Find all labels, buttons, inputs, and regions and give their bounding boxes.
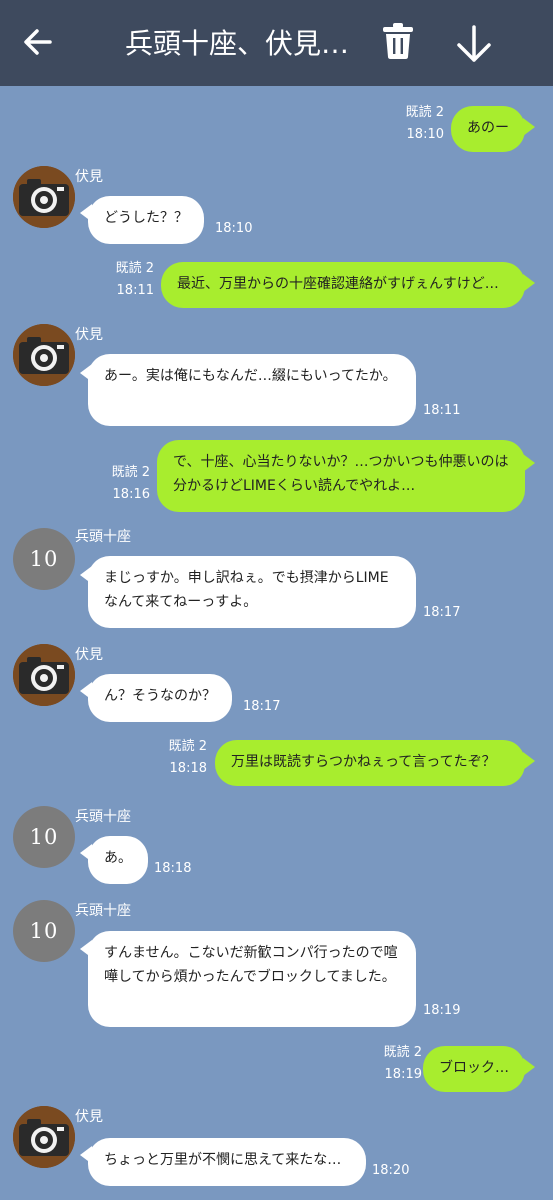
message-bubble[interactable]: ブロック… — [423, 1046, 525, 1092]
bubble-tail — [523, 454, 535, 472]
message-bubble[interactable]: どうした？？ — [88, 196, 204, 244]
avatar[interactable]: 10 — [13, 528, 75, 590]
trash-icon[interactable] — [382, 22, 414, 60]
bubble-tail — [80, 1146, 92, 1164]
message-row: 既読 2 18:10 あのー — [0, 104, 553, 154]
message-row: 既読 2 18:16 で、十座、心当たりないか？…つかいつも仲悪いのは分かるけど… — [0, 440, 553, 514]
avatar[interactable] — [13, 324, 75, 386]
message-time: 18:19 — [423, 1003, 461, 1018]
message-row: 10 兵頭十座 まじっすか。申し訳ねぇ。でも摂津からLIMEなんて来てねーっすよ… — [0, 526, 553, 631]
message-bubble[interactable]: で、十座、心当たりないか？…つかいつも仲悪いのは分かるけどLIMEくらい読んでや… — [157, 440, 525, 512]
message-bubble[interactable]: あのー — [451, 106, 525, 152]
message-list[interactable]: 既読 2 18:10 あのー 伏見 どうした？？ 18:10 既読 2 18:1… — [0, 86, 553, 1200]
sender-name: 伏見 — [75, 169, 103, 185]
arrow-down-icon[interactable] — [454, 24, 494, 64]
message-row: 伏見 どうした？？ 18:10 — [0, 166, 553, 246]
message-time: 18:19 — [384, 1067, 422, 1082]
message-bubble[interactable]: あー。実は俺にもなんだ…綴にもいってたか。 — [88, 354, 416, 426]
camera-icon — [13, 644, 75, 706]
message-time: 18:18 — [169, 761, 207, 776]
bubble-tail — [523, 1058, 535, 1076]
message-time: 18:18 — [154, 861, 192, 876]
bubble-tail — [80, 204, 92, 222]
bubble-tail — [523, 274, 535, 292]
read-receipt: 既読 2 — [168, 739, 207, 754]
avatar[interactable]: 10 — [13, 900, 75, 962]
read-receipt: 既読 2 — [383, 1045, 422, 1060]
message-row: 伏見 あー。実は俺にもなんだ…綴にもいってたか。 18:11 — [0, 324, 553, 429]
message-row: 既読 2 18:18 万里は既読すらつかねぇって言ってたぞ？ — [0, 738, 553, 788]
camera-icon — [13, 324, 75, 386]
message-bubble[interactable]: すんません。こないだ新歓コンパ行ったので喧嘩してから煩かったんでブロックしてまし… — [88, 931, 416, 1027]
read-receipt: 既読 2 — [405, 105, 444, 120]
message-time: 18:16 — [112, 487, 150, 502]
read-receipt: 既読 2 — [111, 465, 150, 480]
message-time: 18:20 — [372, 1163, 410, 1178]
message-time: 18:17 — [243, 699, 281, 714]
bubble-tail — [80, 566, 92, 584]
avatar[interactable] — [13, 1106, 75, 1168]
bubble-tail — [80, 940, 92, 958]
message-row: 既読 2 18:19 ブロック… — [0, 1044, 553, 1094]
sender-name: 兵頭十座 — [75, 529, 131, 545]
sender-name: 伏見 — [75, 327, 103, 343]
avatar[interactable]: 10 — [13, 806, 75, 868]
bubble-tail — [80, 844, 92, 862]
message-row: 伏見 ん？そうなのか？ 18:17 — [0, 644, 553, 724]
message-row: 10 兵頭十座 すんません。こないだ新歓コンパ行ったので喧嘩してから煩かったんで… — [0, 898, 553, 1028]
message-time: 18:11 — [116, 283, 154, 298]
camera-icon — [13, 166, 75, 228]
bubble-tail — [80, 682, 92, 700]
message-bubble[interactable]: あ。 — [88, 836, 148, 884]
chat-title: 兵頭十座、伏見… — [125, 27, 350, 60]
message-time: 18:17 — [423, 605, 461, 620]
bubble-tail — [523, 118, 535, 136]
camera-icon — [13, 1106, 75, 1168]
sender-name: 伏見 — [75, 1109, 103, 1125]
sender-name: 兵頭十座 — [75, 903, 131, 919]
sender-name: 伏見 — [75, 647, 103, 663]
message-row: 10 兵頭十座 あ。 18:18 — [0, 804, 553, 886]
bubble-tail — [80, 364, 92, 382]
sender-name: 兵頭十座 — [75, 809, 131, 825]
message-row: 伏見 ちょっと万里が不憫に思えて来たな… 18:20 — [0, 1106, 553, 1190]
avatar[interactable] — [13, 644, 75, 706]
message-time: 18:10 — [406, 127, 444, 142]
bubble-tail — [523, 752, 535, 770]
message-time: 18:11 — [423, 403, 461, 418]
read-receipt: 既読 2 — [115, 261, 154, 276]
avatar[interactable] — [13, 166, 75, 228]
chat-header: 兵頭十座、伏見… — [0, 0, 553, 86]
message-bubble[interactable]: ん？そうなのか？ — [88, 674, 232, 722]
message-bubble[interactable]: まじっすか。申し訳ねぇ。でも摂津からLIMEなんて来てねーっすよ。 — [88, 556, 416, 628]
arrow-left-icon[interactable] — [20, 24, 56, 60]
message-bubble[interactable]: 万里は既読すらつかねぇって言ってたぞ？ — [215, 740, 525, 786]
message-bubble[interactable]: 最近、万里からの十座確認連絡がすげぇんすけど… — [161, 262, 525, 308]
message-row: 既読 2 18:11 最近、万里からの十座確認連絡がすげぇんすけど… — [0, 260, 553, 310]
message-bubble[interactable]: ちょっと万里が不憫に思えて来たな… — [88, 1138, 366, 1186]
message-time: 18:10 — [215, 221, 253, 236]
